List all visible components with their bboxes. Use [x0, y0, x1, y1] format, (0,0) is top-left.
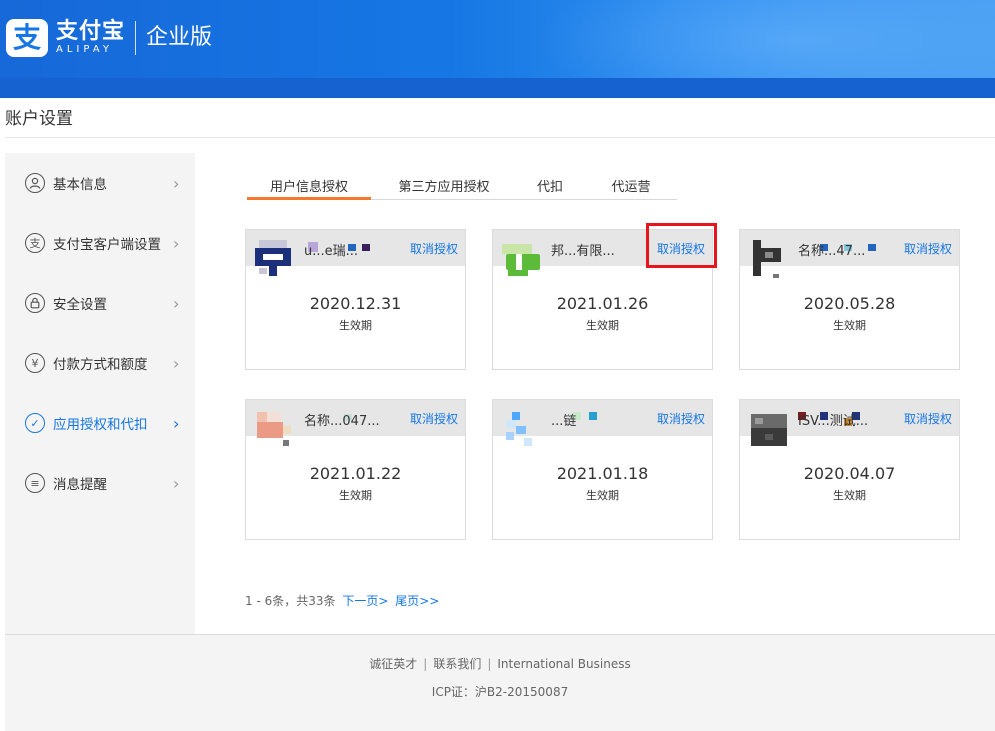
expiry-date: 2020.04.07	[803, 464, 896, 483]
app-avatar	[255, 240, 291, 276]
app-name: 名称...47...	[798, 244, 866, 259]
check-icon: ✓	[25, 413, 45, 433]
chevron-right-icon: ›	[173, 353, 180, 373]
alipay-logo[interactable]: 支 支付宝 ALIPAY 企业版	[6, 19, 212, 57]
tab-user-info-auth[interactable]: 用户信息授权	[247, 176, 371, 200]
footer-link-international[interactable]: International Business	[497, 657, 630, 671]
footer-links: 诚征英才 | 联系我们 | International Business	[5, 655, 995, 672]
alipay-icon: 支	[25, 233, 45, 253]
title-divider	[5, 137, 995, 138]
edition-label: 企业版	[146, 25, 213, 50]
revoke-auth-button[interactable]: 取消授权	[904, 240, 952, 257]
auth-card: u...e瑞... 取消授权 2020.12.31 生效期	[245, 229, 466, 370]
sidebar-item-label: 付款方式和额度	[53, 357, 148, 373]
last-page-link[interactable]: 尾页>>	[395, 594, 439, 608]
logo-divider	[135, 21, 137, 55]
highlight-box	[646, 223, 717, 268]
brand-name-en: ALIPAY	[56, 44, 113, 55]
app-avatar	[502, 244, 540, 276]
footer-separator: |	[423, 657, 428, 671]
tab-third-party-auth[interactable]: 第三方应用授权	[383, 176, 505, 200]
expiry-label: 生效期	[586, 319, 619, 332]
auth-tabs: 用户信息授权 第三方应用授权 代扣 代运营	[247, 176, 677, 200]
brand-name: 支付宝	[56, 19, 126, 44]
auth-card: ISV...测试... 取消授权 2020.04.07 生效期	[739, 399, 960, 540]
user-icon	[25, 173, 45, 193]
header: 支 支付宝 ALIPAY 企业版	[0, 0, 995, 98]
footer-link-careers[interactable]: 诚征英才	[369, 657, 417, 671]
app-name: u...e瑞...	[304, 244, 359, 259]
expiry-date: 2020.12.31	[309, 294, 402, 313]
app-avatar	[753, 240, 781, 278]
tab-managed-operation[interactable]: 代运营	[599, 176, 663, 200]
sidebar-item-label: 基本信息	[53, 177, 107, 193]
sidebar-item-basic-info[interactable]: 基本信息 ›	[5, 163, 195, 203]
sidebar-item-label: 支付宝客户端设置	[53, 237, 161, 253]
app-avatar	[257, 412, 291, 446]
app-name: ISV...测试...	[798, 414, 869, 429]
app-avatar	[506, 412, 532, 446]
chevron-right-icon: ›	[173, 293, 180, 313]
tab-withholding[interactable]: 代扣	[523, 176, 577, 200]
lock-icon	[25, 293, 45, 313]
app-avatar	[751, 414, 787, 446]
expiry-date: 2021.01.18	[556, 464, 649, 483]
sidebar-item-client-settings[interactable]: 支 支付宝客户端设置 ›	[5, 223, 195, 263]
expiry-label: 生效期	[339, 489, 372, 502]
chevron-right-icon: ›	[173, 173, 180, 193]
auth-card: 名称...047... 取消授权 2021.01.22 生效期	[245, 399, 466, 540]
expiry-date: 2021.01.22	[309, 464, 402, 483]
sidebar-item-label: 安全设置	[53, 297, 107, 313]
expiry-label: 生效期	[586, 489, 619, 502]
pagination-summary: 1 - 6条，共33条	[245, 594, 336, 608]
header-band	[0, 78, 995, 98]
expiry-date: 2020.05.28	[803, 294, 896, 313]
expiry-date: 2021.01.26	[556, 294, 649, 313]
message-icon: ≡	[25, 473, 45, 493]
sidebar-item-label: 消息提醒	[53, 477, 107, 493]
revoke-auth-button[interactable]: 取消授权	[904, 410, 952, 427]
app-name: ...链	[551, 414, 577, 429]
revoke-auth-button[interactable]: 取消授权	[657, 410, 705, 427]
alipay-logo-icon: 支	[6, 19, 48, 57]
sidebar-item-payment-methods[interactable]: ¥ 付款方式和额度 ›	[5, 343, 195, 383]
page-title: 账户设置	[5, 109, 73, 129]
footer-link-contact[interactable]: 联系我们	[433, 657, 481, 671]
footer-separator: |	[487, 657, 492, 671]
logo-text: 支付宝 ALIPAY	[56, 20, 125, 56]
icp-license: ICP证：沪B2-20150087	[431, 685, 569, 699]
next-page-link[interactable]: 下一页>	[342, 594, 388, 608]
sidebar-item-label: 应用授权和代扣	[53, 417, 148, 433]
chevron-right-icon: ›	[173, 413, 180, 433]
sidebar-item-security[interactable]: 安全设置 ›	[5, 283, 195, 323]
auth-card: ...链 取消授权 2021.01.18 生效期	[492, 399, 713, 540]
chevron-right-icon: ›	[173, 233, 180, 253]
auth-card: 名称...47... 取消授权 2020.05.28 生效期	[739, 229, 960, 370]
expiry-label: 生效期	[339, 319, 372, 332]
revoke-auth-button[interactable]: 取消授权	[410, 410, 458, 427]
sidebar: 基本信息 › 支 支付宝客户端设置 › 安全设置 › ¥ 付款方式和额度 › ✓…	[5, 153, 195, 634]
app-name: 邦...有限...	[551, 244, 615, 259]
footer: 诚征英才 | 联系我们 | International Business ICP证：沪B…	[5, 634, 995, 731]
yen-icon: ¥	[25, 353, 45, 373]
app-name: 名称...047...	[304, 414, 380, 429]
sidebar-item-notifications[interactable]: ≡ 消息提醒 ›	[5, 463, 195, 503]
pagination: 1 - 6条，共33条 下一页> 尾页>>	[245, 592, 439, 609]
chevron-right-icon: ›	[173, 473, 180, 493]
sidebar-item-app-authorization[interactable]: ✓ 应用授权和代扣 ›	[5, 403, 195, 443]
revoke-auth-button[interactable]: 取消授权	[410, 240, 458, 257]
expiry-label: 生效期	[833, 319, 866, 332]
expiry-label: 生效期	[833, 489, 866, 502]
